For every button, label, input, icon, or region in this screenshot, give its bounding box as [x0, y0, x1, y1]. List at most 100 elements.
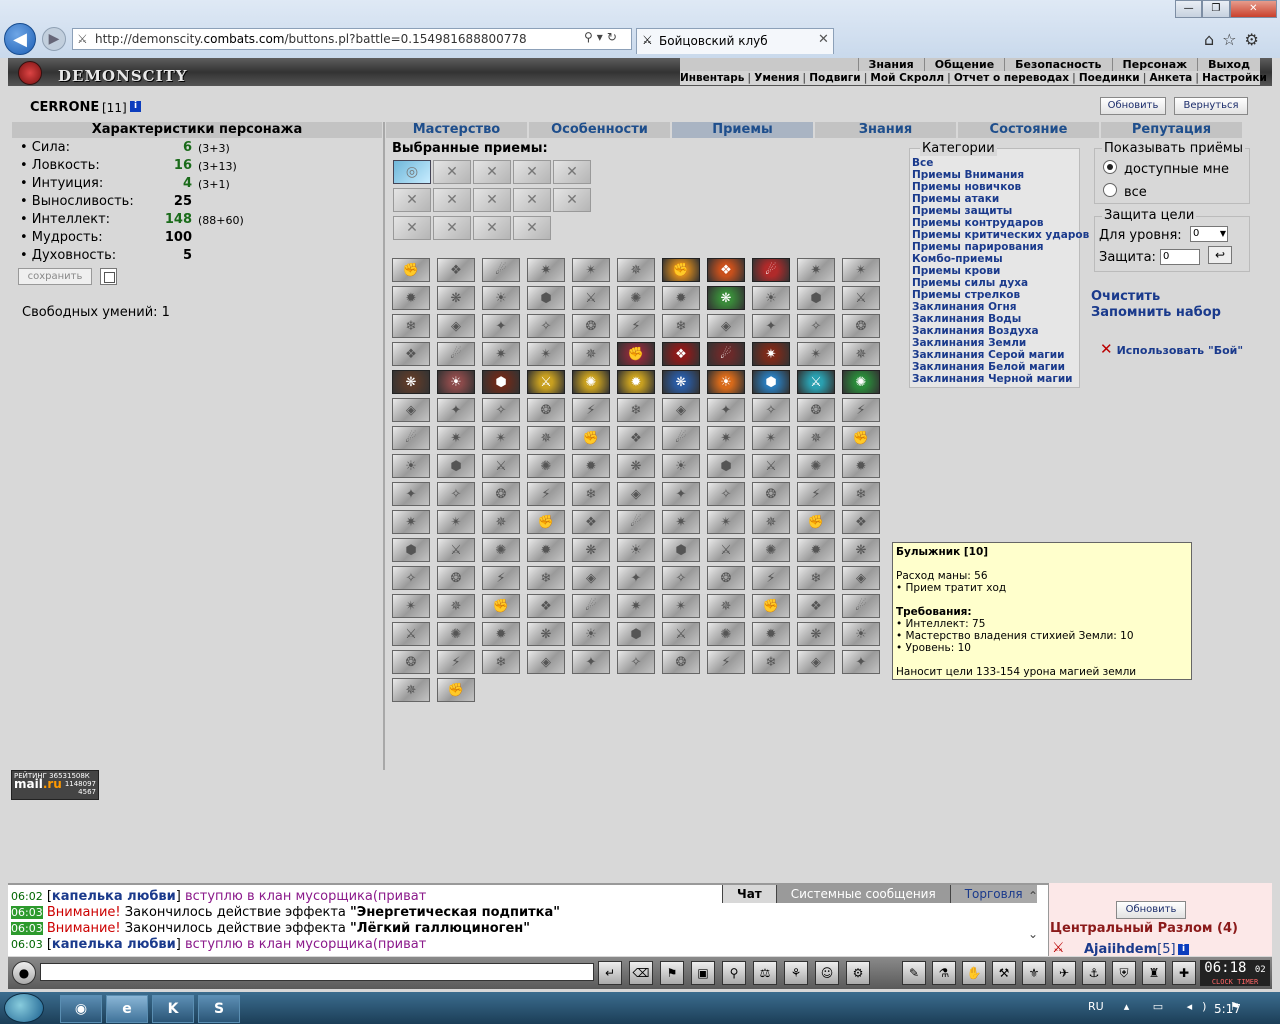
tab-2[interactable]: Особенности [529, 122, 672, 138]
skill-icon[interactable]: ◈ [527, 650, 565, 674]
attack-icon[interactable]: ⚔ [1052, 940, 1065, 956]
refresh-button[interactable]: Обновить [1100, 97, 1166, 115]
skill-icon[interactable]: ❂ [527, 398, 565, 422]
submenu-item[interactable]: Подвиги [809, 72, 860, 84]
skill-icon[interactable]: ✵ [617, 258, 655, 282]
skill-icon[interactable]: ◈ [392, 398, 430, 422]
toolbar-button-icon[interactable]: ✚ [1172, 961, 1196, 985]
menu-character[interactable]: Персонаж [1111, 58, 1198, 71]
skill-icon[interactable]: ✵ [527, 426, 565, 450]
clear-link[interactable]: Очистить [1091, 289, 1160, 304]
skill-icon[interactable]: ✵ [797, 426, 835, 450]
menu-exit[interactable]: Выход [1197, 58, 1260, 71]
category-link[interactable]: Заклинания Серой магии [912, 349, 1065, 361]
skill-icon[interactable]: ⚔ [842, 286, 880, 310]
tab-1[interactable]: Мастерство [386, 122, 529, 138]
skill-icon[interactable]: ⬢ [482, 370, 520, 394]
toolbar-button-icon[interactable]: ⚲ [722, 961, 746, 985]
submenu-item[interactable]: Настройки [1202, 72, 1267, 84]
skill-icon[interactable]: ⚔ [662, 622, 700, 646]
toolbar-button-icon[interactable]: ✋ [962, 961, 986, 985]
skill-icon[interactable]: ⚡ [617, 314, 655, 338]
skill-icon[interactable]: ✊ [392, 258, 430, 282]
save-checkbox[interactable] [100, 268, 117, 285]
skill-icon[interactable]: ❄ [797, 566, 835, 590]
skill-icon[interactable]: ✺ [482, 538, 520, 562]
skill-icon[interactable]: ✵ [707, 594, 745, 618]
toolbar-button-icon[interactable]: ✎ [902, 961, 926, 985]
toolbar-button-icon[interactable]: ⚑ [660, 961, 684, 985]
use-battle-link[interactable]: ✕ Использовать "Бой" [1100, 340, 1243, 358]
tab-6[interactable]: Репутация [1101, 122, 1244, 138]
skill-icon[interactable]: ✊ [572, 426, 610, 450]
empty-skill-slot[interactable]: ✕ [473, 188, 511, 212]
skill-icon[interactable]: ◈ [707, 314, 745, 338]
skill-icon[interactable]: ❄ [527, 566, 565, 590]
skill-icon[interactable]: ❋ [437, 286, 475, 310]
skill-icon[interactable]: ⚔ [752, 454, 790, 478]
skill-icon[interactable]: ☄ [572, 594, 610, 618]
skill-icon[interactable]: ☀ [842, 622, 880, 646]
empty-skill-slot[interactable]: ✕ [393, 216, 431, 240]
skill-icon[interactable]: ❖ [392, 342, 430, 366]
skill-icon[interactable]: ✧ [797, 314, 835, 338]
skill-icon[interactable]: ✹ [752, 622, 790, 646]
radio-available[interactable] [1103, 160, 1117, 174]
submenu-item[interactable]: Отчет о переводах [954, 72, 1069, 84]
skill-icon[interactable]: ✵ [482, 510, 520, 534]
skill-icon[interactable]: ✦ [662, 482, 700, 506]
toolbar-button-icon[interactable]: ▣ [691, 961, 715, 985]
skill-icon[interactable]: ❖ [797, 594, 835, 618]
skill-icon[interactable]: ◈ [617, 482, 655, 506]
skill-icon[interactable]: ✊ [617, 342, 655, 366]
defense-input[interactable]: 0 [1160, 249, 1200, 265]
skill-icon[interactable]: ⚡ [572, 398, 610, 422]
skill-icon[interactable]: ⚔ [797, 370, 835, 394]
skype-task-icon[interactable]: S [198, 995, 240, 1023]
skill-icon[interactable]: ⬢ [392, 538, 430, 562]
skill-icon[interactable]: ❄ [752, 650, 790, 674]
submenu-item[interactable]: Мой Скролл [870, 72, 944, 84]
category-link[interactable]: Приемы крови [912, 265, 1000, 277]
chat-nick[interactable]: капелька любви [52, 937, 176, 952]
empty-skill-slot[interactable]: ✕ [473, 160, 511, 184]
skill-icon[interactable]: ✺ [707, 622, 745, 646]
skill-icon[interactable]: ❂ [392, 650, 430, 674]
skill-icon[interactable]: ⬢ [437, 454, 475, 478]
skill-icon[interactable]: ✷ [617, 594, 655, 618]
category-link[interactable]: Приемы атаки [912, 193, 999, 205]
skill-icon[interactable]: ⚡ [797, 482, 835, 506]
category-link[interactable]: Приемы критических ударов [912, 229, 1089, 241]
skill-icon[interactable]: ❖ [527, 594, 565, 618]
skill-icon[interactable]: ☀ [752, 286, 790, 310]
toolbar-button-icon[interactable]: ⚗ [932, 961, 956, 985]
skill-icon[interactable]: ☀ [707, 370, 745, 394]
skill-icon[interactable]: ✧ [662, 566, 700, 590]
home-star-gear-icons[interactable]: ⌂☆⚙ [1204, 30, 1267, 49]
minimize-button[interactable]: — [1175, 0, 1203, 18]
category-link[interactable]: Приемы силы духа [912, 277, 1028, 289]
skill-icon[interactable]: ✷ [482, 342, 520, 366]
back-button[interactable]: ◀ [4, 23, 36, 55]
menu-knowledge[interactable]: Знания [857, 58, 924, 71]
skill-icon[interactable]: ✊ [752, 594, 790, 618]
category-link[interactable]: Заклинания Земли [912, 337, 1026, 349]
skill-icon[interactable]: ⚡ [752, 566, 790, 590]
tab-3[interactable]: Приемы [672, 122, 815, 138]
skill-icon[interactable]: ⬢ [752, 370, 790, 394]
address-bar[interactable]: http://demonscity.combats.com/buttons.pl… [72, 28, 632, 50]
skill-icon[interactable]: ◈ [662, 398, 700, 422]
skill-icon[interactable]: ✦ [617, 566, 655, 590]
remember-link[interactable]: Запомнить набор [1091, 305, 1221, 320]
skill-icon[interactable]: ✹ [617, 370, 655, 394]
empty-skill-slot[interactable]: ✕ [513, 160, 551, 184]
skill-icon[interactable]: ✴ [752, 426, 790, 450]
toolbar-button-icon[interactable]: ⚙ [846, 961, 870, 985]
skill-icon[interactable]: ✊ [842, 426, 880, 450]
skill-icon[interactable]: ⬢ [527, 286, 565, 310]
skill-icon[interactable]: ❖ [572, 510, 610, 534]
empty-skill-slot[interactable]: ✕ [553, 188, 591, 212]
submenu-item[interactable]: Умения [754, 72, 799, 84]
skill-icon[interactable]: ✴ [482, 426, 520, 450]
skill-icon[interactable]: ✴ [527, 342, 565, 366]
